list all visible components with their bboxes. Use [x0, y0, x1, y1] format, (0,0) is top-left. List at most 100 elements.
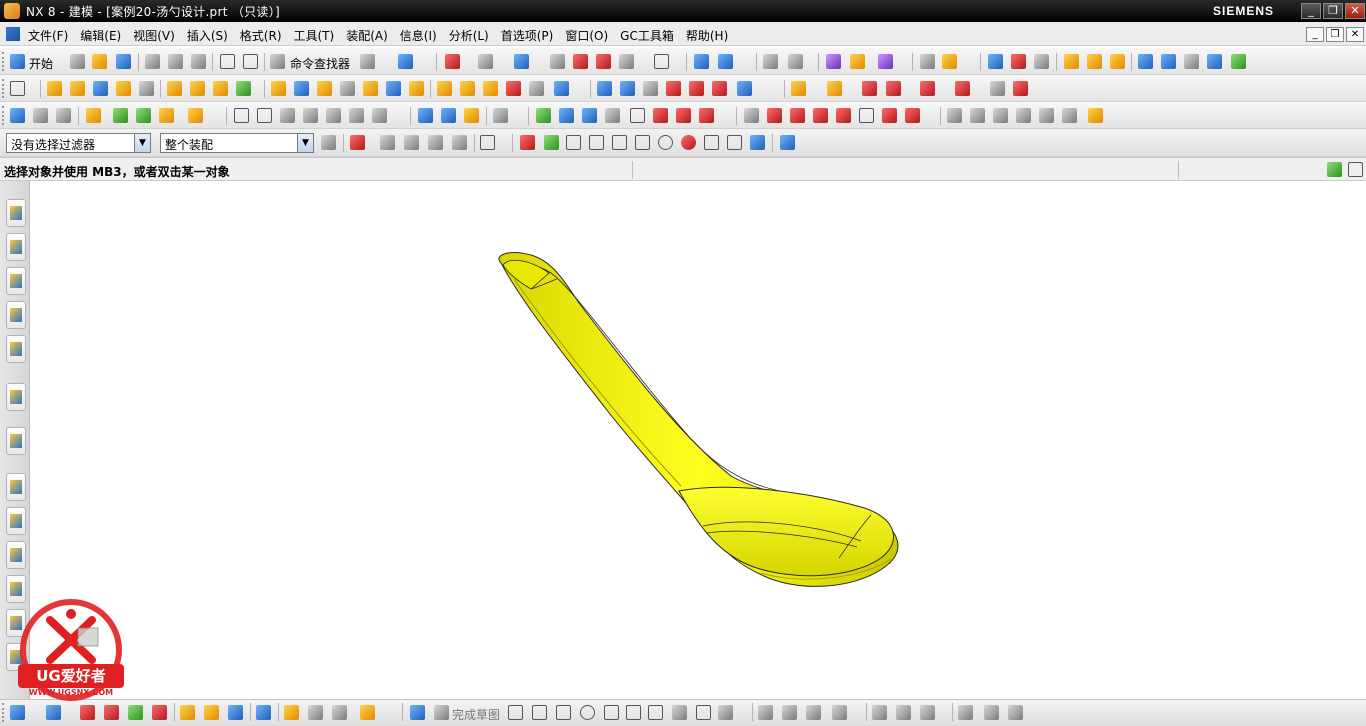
part-nav-icon[interactable] — [1161, 54, 1176, 69]
process-studio-tab[interactable] — [6, 541, 26, 569]
zoom-icon[interactable] — [478, 54, 493, 69]
alternate-solution-icon[interactable] — [1062, 108, 1077, 123]
reuse-library-tab[interactable] — [6, 301, 26, 329]
command-finder-button[interactable]: 命令查找器 — [290, 55, 350, 72]
snap-mid-point-icon[interactable] — [566, 135, 581, 150]
shaded-icon[interactable] — [514, 54, 529, 69]
sketch-polygon-icon[interactable] — [672, 705, 687, 720]
inferred-constraint-icon[interactable] — [1088, 108, 1103, 123]
restore-button[interactable]: ❐ — [1323, 3, 1343, 19]
spoon-bowl[interactable] — [678, 486, 895, 577]
status-restore-icon[interactable] — [1348, 162, 1363, 177]
arrangement-icon[interactable] — [128, 705, 143, 720]
explode-icon[interactable] — [104, 705, 119, 720]
divide-curve-icon[interactable] — [582, 108, 597, 123]
doc-minimize-button[interactable]: _ — [1306, 27, 1324, 42]
offset-curve-icon[interactable] — [326, 108, 341, 123]
doc-restore-button[interactable]: ❐ — [1326, 27, 1344, 42]
minimize-button[interactable]: _ — [1301, 3, 1321, 19]
delete-face-icon[interactable] — [1013, 81, 1028, 96]
sketch-offset-icon[interactable] — [832, 705, 847, 720]
arc-icon[interactable] — [257, 108, 272, 123]
quick-trim-icon[interactable] — [790, 108, 805, 123]
join-curve-icon[interactable] — [464, 108, 479, 123]
text-icon[interactable] — [418, 108, 433, 123]
corner-icon[interactable] — [836, 108, 851, 123]
sketch-rectangle-icon[interactable] — [648, 705, 663, 720]
undo-icon[interactable] — [220, 54, 235, 69]
sketch-animate-icon[interactable] — [984, 705, 999, 720]
spring-tool-icon[interactable] — [1110, 54, 1125, 69]
mesh-surface-icon[interactable] — [620, 81, 635, 96]
swept-icon[interactable] — [643, 81, 658, 96]
snap-enable-icon[interactable] — [520, 135, 535, 150]
constraint-navigator-tab[interactable] — [6, 233, 26, 261]
synchronous-icon[interactable] — [955, 81, 970, 96]
history-icon[interactable] — [1184, 54, 1199, 69]
roles-icon[interactable] — [1207, 54, 1222, 69]
hd3d-tools-tab[interactable] — [6, 335, 26, 363]
orient-view-icon[interactable] — [550, 54, 565, 69]
reference-set-icon[interactable] — [228, 705, 243, 720]
move-object-icon[interactable] — [554, 81, 569, 96]
wave-icon[interactable] — [180, 705, 195, 720]
doc-close-button[interactable]: ✕ — [1346, 27, 1364, 42]
wrench-icon[interactable] — [308, 705, 323, 720]
sew-icon[interactable] — [483, 81, 498, 96]
offset-face-icon[interactable] — [409, 81, 424, 96]
cylinder-icon[interactable] — [116, 81, 131, 96]
save-icon[interactable] — [116, 54, 131, 69]
sketch-chamfer-icon[interactable] — [626, 705, 641, 720]
snap-quadrant-icon[interactable] — [658, 135, 673, 150]
helix-icon[interactable] — [303, 108, 318, 123]
snap-existing-point-icon[interactable] — [681, 135, 696, 150]
type-filter-dropdown[interactable]: 没有选择过滤器 ▼ — [6, 133, 151, 153]
extension-icon[interactable] — [737, 81, 752, 96]
gc-tool-icon[interactable] — [1064, 54, 1079, 69]
draft-icon[interactable] — [340, 81, 355, 96]
move-layer-icon[interactable] — [718, 54, 733, 69]
sketch-task-icon[interactable] — [410, 705, 425, 720]
finish-sketch-button[interactable]: 完成草图 — [452, 706, 500, 723]
intersect-icon[interactable] — [213, 81, 228, 96]
redo-icon[interactable] — [243, 54, 258, 69]
sketch-reattach-icon[interactable] — [1008, 705, 1023, 720]
trim-curve-icon[interactable] — [559, 108, 574, 123]
point-constructor-icon[interactable] — [750, 135, 765, 150]
snap-point-on-surface-icon[interactable] — [727, 135, 742, 150]
mirror-icon[interactable] — [460, 81, 475, 96]
profile-icon[interactable] — [508, 705, 523, 720]
wcs-icon[interactable] — [763, 54, 778, 69]
pattern-icon[interactable] — [437, 81, 452, 96]
menu-information[interactable]: 信息(I) — [400, 27, 437, 44]
sketch-icon[interactable] — [10, 81, 25, 96]
toolbar-grip[interactable] — [2, 52, 6, 71]
start-button[interactable]: 开始 — [29, 55, 53, 72]
chamfer-curve-icon[interactable] — [767, 108, 782, 123]
bridge-curve-icon[interactable] — [441, 108, 456, 123]
curve-trim-icon[interactable] — [493, 108, 508, 123]
split-body-icon[interactable] — [386, 81, 401, 96]
curve-rules-icon[interactable] — [404, 135, 419, 150]
block-icon[interactable] — [93, 81, 108, 96]
rectangle-select-icon[interactable] — [480, 135, 495, 150]
dimension-icon[interactable] — [942, 54, 957, 69]
snap-point-icon[interactable] — [826, 54, 841, 69]
mirror-curve-icon[interactable] — [905, 108, 920, 123]
sketch-point-icon[interactable] — [696, 705, 711, 720]
constraint-icon[interactable] — [80, 705, 95, 720]
polygon-icon[interactable] — [699, 108, 714, 123]
reorder-feature-icon[interactable] — [136, 108, 151, 123]
system-materials-tab[interactable] — [6, 507, 26, 535]
new-file-icon[interactable] — [70, 54, 85, 69]
derived-line-icon[interactable] — [859, 108, 874, 123]
sketch-arc-icon[interactable] — [556, 705, 571, 720]
convert-reference-icon[interactable] — [1039, 108, 1054, 123]
curve-length-icon[interactable] — [605, 108, 620, 123]
finish-sketch-icon[interactable] — [434, 705, 449, 720]
edge-blend-icon[interactable] — [271, 81, 286, 96]
layer-visible-icon[interactable] — [33, 108, 48, 123]
wcs-orient-icon[interactable] — [788, 54, 803, 69]
graphics-window[interactable] — [31, 181, 1366, 699]
fit-view-icon[interactable] — [445, 54, 460, 69]
